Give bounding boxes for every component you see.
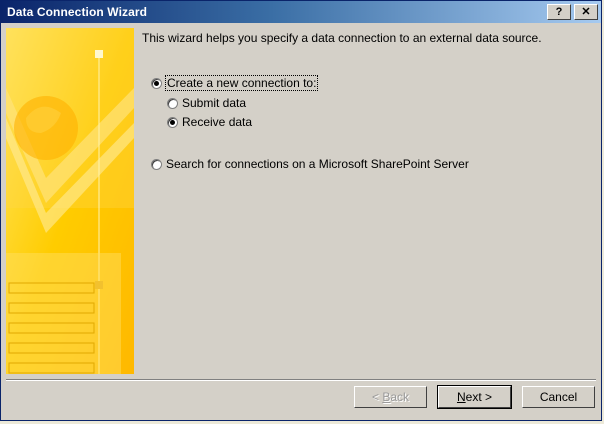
back-button[interactable]: < Back — [354, 386, 427, 408]
next-button[interactable]: Next > — [438, 386, 511, 408]
close-button[interactable]: ✕ — [574, 4, 598, 20]
create-connection-radio[interactable] — [151, 77, 162, 89]
search-sharepoint-label: Search for connections on a Microsoft Sh… — [166, 157, 469, 171]
submit-data-radio[interactable] — [167, 97, 178, 109]
create-connection-option[interactable]: Create a new connection to: — [151, 75, 319, 91]
cancel-button[interactable]: Cancel — [522, 386, 595, 408]
button-separator — [6, 379, 596, 381]
cancel-button-label: Cancel — [539, 390, 578, 404]
create-connection-label: Create a new connection to: — [164, 75, 319, 91]
receive-data-label: Receive data — [182, 115, 253, 129]
search-sharepoint-option[interactable]: Search for connections on a Microsoft Sh… — [151, 157, 469, 171]
next-button-label: ext > — [465, 390, 493, 404]
next-button-access-key: N — [456, 390, 466, 404]
wizard-window: Data Connection Wizard ? ✕ This wizard h… — [0, 0, 602, 421]
title-bar[interactable]: Data Connection Wizard ? ✕ — [1, 1, 601, 23]
submit-data-option[interactable]: Submit data — [167, 96, 246, 110]
intro-text: This wizard helps you specify a data con… — [142, 31, 542, 45]
window-title: Data Connection Wizard — [7, 5, 148, 19]
help-icon: ? — [555, 6, 563, 18]
search-sharepoint-radio[interactable] — [151, 158, 162, 170]
submit-data-label: Submit data — [182, 96, 247, 110]
receive-data-radio[interactable] — [167, 116, 178, 128]
help-button[interactable]: ? — [547, 4, 571, 20]
back-button-label: ack — [390, 390, 410, 404]
receive-data-option[interactable]: Receive data — [167, 115, 252, 129]
back-button-prefix: < — [371, 390, 383, 404]
close-icon: ✕ — [581, 6, 591, 18]
wizard-side-graphic — [6, 28, 134, 374]
